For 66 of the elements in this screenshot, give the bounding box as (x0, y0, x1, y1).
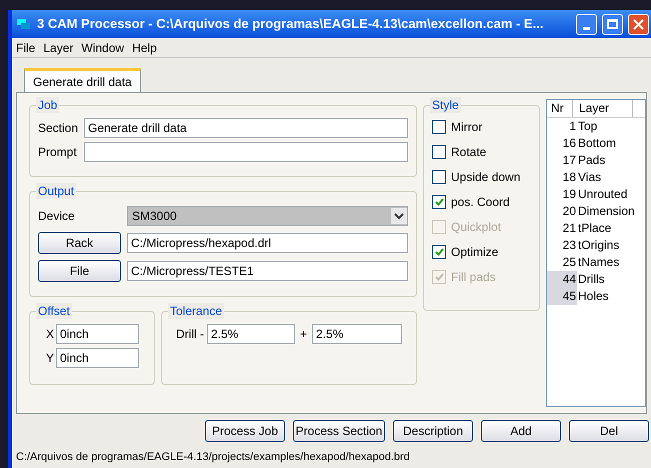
file-field[interactable]: C:/Micropress/TESTE1 (127, 261, 408, 281)
layer-row[interactable]: 25 tNames (547, 254, 645, 271)
group-title: Job (36, 97, 60, 113)
checkbox-label: Mirror (451, 119, 482, 136)
tolerance-minus-field[interactable]: 2.5% (207, 324, 295, 344)
layer-row[interactable]: 23 tOrigins (547, 237, 645, 254)
layer-row[interactable]: 16 Bottom (547, 135, 645, 152)
group-title: Offset (36, 303, 72, 319)
prompt-field[interactable] (84, 142, 408, 162)
group-title: Style (430, 97, 461, 113)
chevron-down-icon (391, 208, 407, 224)
layer-row[interactable]: 20 Dimension (547, 203, 645, 220)
push-button[interactable]: Process Job (205, 420, 285, 442)
push-button[interactable]: Add (481, 420, 561, 442)
checkbox-label: Quickplot (451, 219, 502, 236)
layer-row[interactable]: 45 Holes (547, 288, 645, 305)
layer-row[interactable]: 18 Vias (547, 169, 645, 186)
checkbox-label: Optimize (451, 244, 498, 261)
section-field[interactable]: Generate drill data (84, 118, 408, 138)
layer-row[interactable]: 44 Drills (547, 271, 645, 288)
layer-row[interactable]: 17 Pads (547, 152, 645, 169)
column-header[interactable]: Nr (547, 100, 573, 117)
checkbox[interactable] (432, 145, 446, 159)
close-icon (633, 18, 644, 30)
minimize-button[interactable] (576, 14, 597, 34)
checkbox-label: Upside down (451, 169, 520, 186)
layer-row[interactable]: 19 Unrouted (547, 186, 645, 203)
menu-item[interactable]: Help (132, 38, 157, 56)
tolerance-plus-field[interactable]: 2.5% (312, 324, 402, 344)
menu-item[interactable]: Layer (43, 38, 74, 56)
push-button[interactable]: Description (393, 420, 473, 442)
offset-y-field[interactable]: 0inch (56, 348, 139, 368)
offset-x-field[interactable]: 0inch (56, 324, 139, 344)
field-label: Y (44, 350, 54, 367)
app-icon (16, 17, 32, 31)
field-label: + (299, 326, 308, 343)
checkbox[interactable] (432, 195, 446, 209)
checkbox-label: pos. Coord (451, 194, 510, 211)
layer-row[interactable]: 1 Top (547, 118, 645, 135)
push-button[interactable]: Process Section (293, 420, 385, 442)
field-label: Section (38, 120, 80, 137)
column-header[interactable]: Layer (573, 100, 633, 117)
field-label: X (44, 326, 54, 343)
close-button[interactable] (628, 14, 649, 34)
field-label: Drill - (176, 326, 204, 343)
window-title: 3 CAM Processor - C:\Arquivos de programas\EAGLE-4.13\cam\excellon.cam - E... (37, 15, 544, 34)
field-label: Device (38, 208, 76, 225)
group-title: Output (36, 183, 76, 199)
device-dropdown[interactable]: SM3000 (127, 206, 408, 226)
layer-row[interactable]: 21 tPlace (547, 220, 645, 237)
field-label: Prompt (38, 144, 78, 161)
checkbox[interactable] (432, 170, 446, 184)
push-button[interactable]: File (38, 260, 121, 282)
push-button[interactable]: Del (569, 420, 649, 442)
checkbox[interactable] (432, 120, 446, 134)
status-text: C:/Arquivos de programas/EAGLE-4.13/projects/examples/hexapod/hexapod.brd (15, 450, 411, 465)
checkbox-label: Rotate (451, 144, 486, 161)
group-title: Tolerance (168, 303, 224, 319)
checkbox-label: Fill pads (451, 269, 496, 286)
menu-item[interactable]: Window (81, 38, 124, 56)
rack-field[interactable]: C:/Micropress/hexapod.drl (127, 233, 408, 253)
menu-item[interactable]: File (16, 38, 36, 56)
push-button[interactable]: Rack (38, 232, 121, 254)
tab[interactable]: Generate drill data (24, 68, 141, 92)
maximize-button[interactable] (602, 14, 623, 34)
checkbox[interactable] (432, 245, 446, 259)
